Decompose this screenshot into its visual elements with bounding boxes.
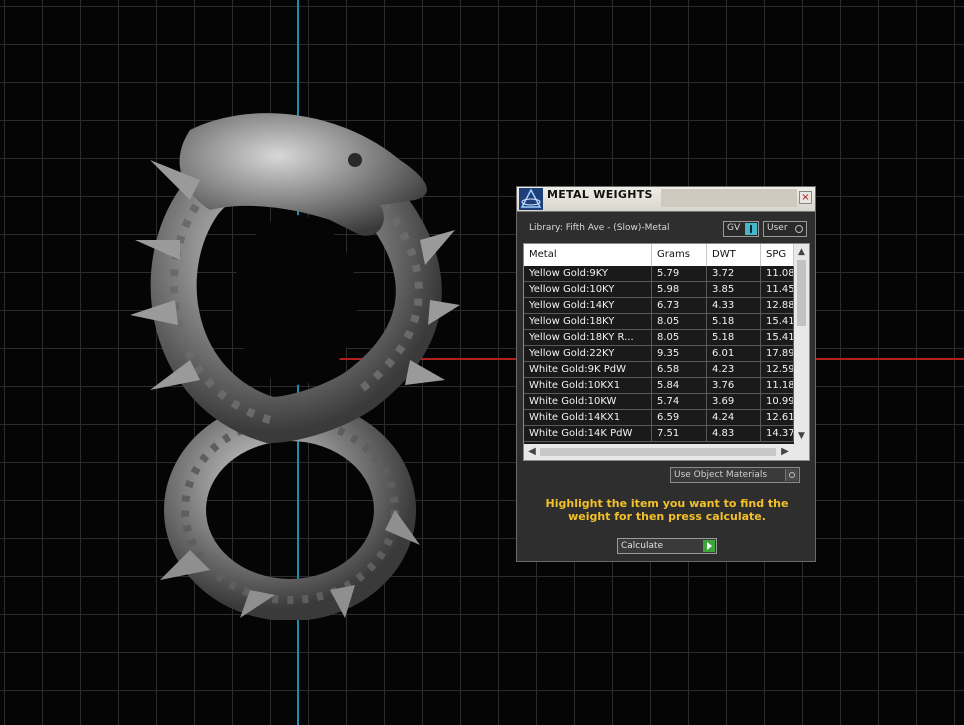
- close-button[interactable]: ×: [799, 191, 812, 204]
- gv-toggle-label: GV: [727, 223, 741, 233]
- grams-cell: 5.98: [652, 282, 707, 297]
- column-header-spg[interactable]: SPG: [761, 244, 794, 266]
- column-header-grams[interactable]: Grams: [652, 244, 707, 266]
- spg-cell: 10.99: [761, 394, 794, 409]
- grams-cell: 5.74: [652, 394, 707, 409]
- column-header-metal[interactable]: Metal: [524, 244, 652, 266]
- metal-weights-panel: METAL WEIGHTS × Library: Fifth Ave - (Sl…: [516, 186, 816, 562]
- use-object-materials-label: Use Object Materials: [674, 470, 768, 480]
- metal-cell: Yellow Gold:18KY R...: [524, 330, 652, 345]
- chevron-left-icon[interactable]: ◀: [525, 444, 539, 460]
- vertical-scrollbar[interactable]: ▲ ▼: [794, 244, 809, 444]
- dwt-cell: 4.83: [707, 426, 761, 441]
- chevron-down-icon[interactable]: ▼: [794, 429, 809, 443]
- chevron-up-icon[interactable]: ▲: [794, 245, 809, 259]
- vertical-scroll-thumb[interactable]: [797, 260, 806, 326]
- toggle-off-icon: [795, 225, 803, 233]
- grams-cell: 5.84: [652, 378, 707, 393]
- dwt-cell: 3.69: [707, 394, 761, 409]
- dwt-cell: 3.85: [707, 282, 761, 297]
- metal-cell: White Gold:10KX1: [524, 378, 652, 393]
- metal-cell: Yellow Gold:10KY: [524, 282, 652, 297]
- grams-cell: 5.79: [652, 266, 707, 281]
- metal-cell: Yellow Gold:18KY: [524, 314, 652, 329]
- instructions-text: Highlight the item you want to find the …: [545, 497, 789, 523]
- library-label: Library: Fifth Ave - (Slow)-Metal: [529, 223, 670, 233]
- spg-cell: 12.59: [761, 362, 794, 377]
- horizontal-scrollbar[interactable]: ◀ ▶: [524, 444, 809, 460]
- table-row[interactable]: Yellow Gold:18KY R... 8.05 5.18 15.41: [524, 330, 794, 346]
- metal-cell: White Gold:9K PdW: [524, 362, 652, 377]
- 3d-viewport[interactable]: METAL WEIGHTS × Library: Fifth Ave - (Sl…: [0, 0, 964, 725]
- metal-cell: White Gold:14KX1: [524, 410, 652, 425]
- grams-cell: 6.59: [652, 410, 707, 425]
- grams-cell: 7.51: [652, 426, 707, 441]
- spg-cell: 15.41: [761, 330, 794, 345]
- panel-title-bar[interactable]: METAL WEIGHTS ×: [517, 187, 815, 212]
- dwt-cell: 5.18: [707, 314, 761, 329]
- calculate-button[interactable]: Calculate: [617, 538, 717, 554]
- panel-title: METAL WEIGHTS: [547, 188, 653, 201]
- column-header-dwt[interactable]: DWT: [707, 244, 761, 266]
- dwt-cell: 4.23: [707, 362, 761, 377]
- metal-cell: White Gold:14K PdW: [524, 426, 652, 441]
- spg-cell: 12.88: [761, 298, 794, 313]
- table-row[interactable]: White Gold:9K PdW 6.58 4.23 12.59: [524, 362, 794, 378]
- matrix-logo-icon: [519, 188, 543, 210]
- toggle-off-icon: [785, 469, 798, 481]
- dragon-ring-model[interactable]: [130, 90, 460, 620]
- table-row[interactable]: White Gold:10KX1 5.84 3.76 11.18: [524, 378, 794, 394]
- metal-cell: Yellow Gold:9KY: [524, 266, 652, 281]
- user-toggle-label: User: [767, 223, 788, 233]
- table-row[interactable]: White Gold:10KW 5.74 3.69 10.99: [524, 394, 794, 410]
- close-icon: ×: [801, 192, 810, 203]
- dwt-cell: 5.18: [707, 330, 761, 345]
- spg-cell: 11.18: [761, 378, 794, 393]
- grams-cell: 8.05: [652, 314, 707, 329]
- grams-cell: 9.35: [652, 346, 707, 361]
- gv-toggle[interactable]: GV: [723, 221, 759, 237]
- table-row[interactable]: Yellow Gold:22KY 9.35 6.01 17.89: [524, 346, 794, 362]
- title-bar-fill: [661, 189, 797, 207]
- metal-table[interactable]: Metal Grams DWT SPG Yellow Gold:9KY 5.79…: [523, 243, 810, 461]
- spg-cell: 12.61: [761, 410, 794, 425]
- dwt-cell: 3.72: [707, 266, 761, 281]
- spg-cell: 14.37: [761, 426, 794, 441]
- table-row[interactable]: Yellow Gold:14KY 6.73 4.33 12.88: [524, 298, 794, 314]
- table-row[interactable]: Yellow Gold:10KY 5.98 3.85 11.45: [524, 282, 794, 298]
- play-arrow-icon: [703, 540, 715, 552]
- grams-cell: 8.05: [652, 330, 707, 345]
- use-object-materials-toggle[interactable]: Use Object Materials: [670, 467, 800, 483]
- dwt-cell: 6.01: [707, 346, 761, 361]
- horizontal-scroll-thumb[interactable]: [540, 448, 776, 456]
- table-row[interactable]: Yellow Gold:18KY 8.05 5.18 15.41: [524, 314, 794, 330]
- dwt-cell: 4.24: [707, 410, 761, 425]
- table-body: Yellow Gold:9KY 5.79 3.72 11.08 Yellow G…: [524, 266, 794, 442]
- spg-cell: 11.08: [761, 266, 794, 281]
- table-row[interactable]: White Gold:14K PdW 7.51 4.83 14.37: [524, 426, 794, 442]
- table-row[interactable]: Yellow Gold:9KY 5.79 3.72 11.08: [524, 266, 794, 282]
- dwt-cell: 4.33: [707, 298, 761, 313]
- dwt-cell: 3.76: [707, 378, 761, 393]
- table-header: Metal Grams DWT SPG: [524, 244, 794, 266]
- grams-cell: 6.73: [652, 298, 707, 313]
- spg-cell: 11.45: [761, 282, 794, 297]
- table-row[interactable]: White Gold:14KX1 6.59 4.24 12.61: [524, 410, 794, 426]
- metal-cell: Yellow Gold:14KY: [524, 298, 652, 313]
- spg-cell: 17.89: [761, 346, 794, 361]
- metal-cell: Yellow Gold:22KY: [524, 346, 652, 361]
- chevron-right-icon[interactable]: ▶: [778, 444, 792, 460]
- metal-cell: White Gold:10KW: [524, 394, 652, 409]
- spg-cell: 15.41: [761, 314, 794, 329]
- user-toggle[interactable]: User: [763, 221, 807, 237]
- calculate-label: Calculate: [621, 541, 664, 551]
- grams-cell: 6.58: [652, 362, 707, 377]
- toggle-on-icon: [745, 223, 757, 235]
